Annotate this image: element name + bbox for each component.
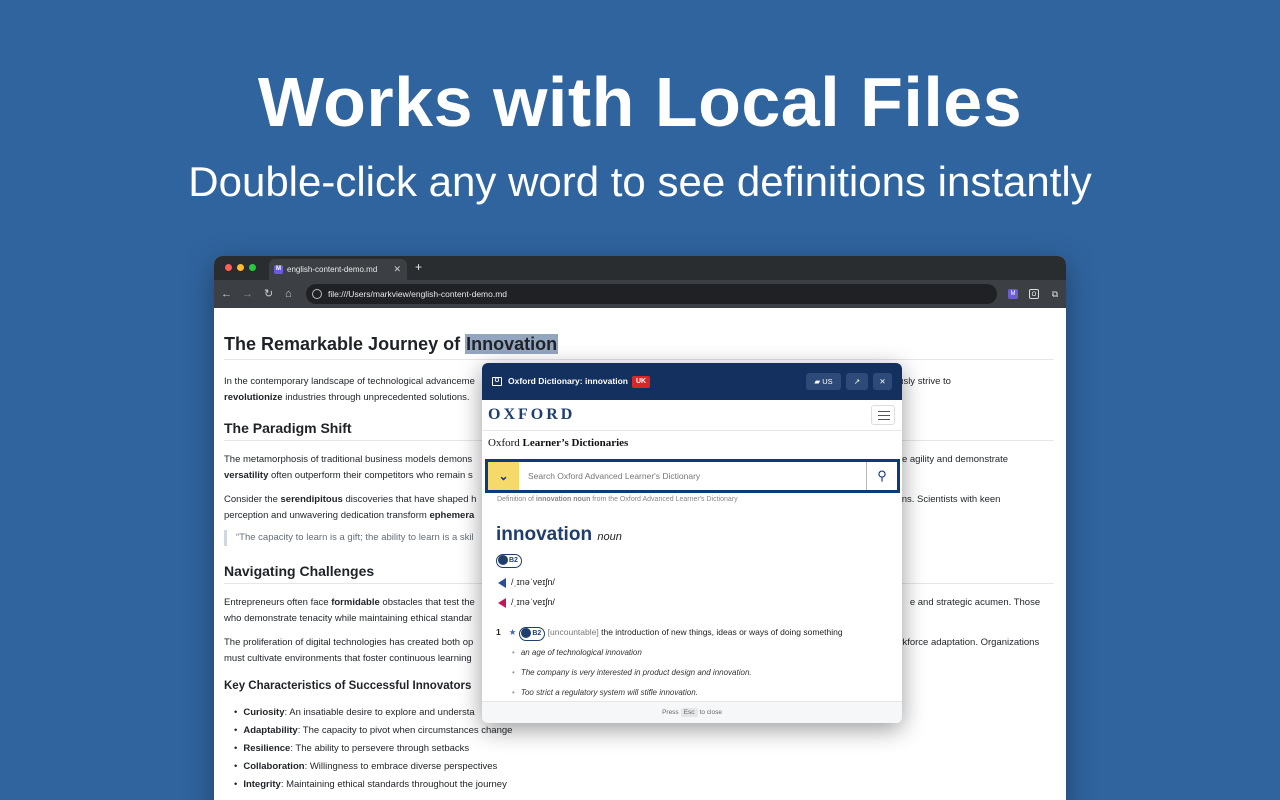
list-item: Integrity: Maintaining ethical standards… — [234, 776, 512, 794]
example-sentence: Too strict a regulatory system will stif… — [512, 688, 698, 697]
reload-icon[interactable]: ↻ — [264, 287, 273, 301]
heading-key-characteristics: Key Characteristics of Successful Innova… — [224, 680, 472, 692]
dictionary-search: ⌄ Search Oxford Advanced Learner's Dicti… — [485, 459, 900, 493]
new-tab-button[interactable]: + — [415, 260, 422, 274]
speaker-uk-icon[interactable] — [498, 577, 506, 588]
open-external-button[interactable]: ↗ — [846, 373, 868, 390]
sense-1: 1 ★ B2 [uncountable] the introduction of n… — [496, 627, 896, 641]
markview-favicon-icon: M — [274, 265, 283, 274]
selected-word[interactable]: Innovation — [465, 334, 559, 354]
markview-extension-icon[interactable]: M — [1008, 289, 1018, 299]
us-toggle-button[interactable]: ▰ US — [806, 373, 841, 390]
definition-source-note: Definition of innovation noun from the O… — [497, 496, 738, 503]
list-item: Resilience: The ability to persevere thr… — [234, 740, 512, 758]
example-sentence: The company is very interested in produc… — [512, 668, 752, 677]
chevron-down-icon[interactable]: ⌄ — [488, 462, 519, 490]
maximize-window-dot[interactable] — [249, 264, 256, 271]
tab-english-content-demo[interactable]: M english-content-demo.md ✕ — [269, 259, 407, 280]
tab-title: english-content-demo.md — [287, 265, 378, 274]
popup-header: O Oxford Dictionary: innovation UK ▰ US ↗… — [482, 363, 902, 400]
external-link-icon: ↗ — [853, 377, 861, 386]
uk-badge: UK — [631, 375, 651, 388]
search-icon[interactable]: ⚲ — [866, 462, 897, 490]
us-flag-icon: ▰ — [814, 377, 821, 386]
list-item: Curiosity: An insatiable desire to explo… — [234, 704, 512, 722]
browser-toolbar: ← → ↻ ⌂ file:///Users/markview/english-c… — [214, 280, 1066, 308]
oxford-logo-icon: O — [492, 377, 502, 386]
example-sentence: an age of technological innovation — [512, 648, 642, 657]
search-input[interactable]: Search Oxford Advanced Learner's Diction… — [528, 462, 700, 490]
headword: innovation noun — [496, 524, 622, 545]
minimize-window-dot[interactable] — [237, 264, 244, 271]
tab-close-icon[interactable]: ✕ — [393, 259, 401, 280]
cefr-level-badge: B2 — [496, 554, 522, 568]
list-item: Adaptability: The capacity to pivot when… — [234, 722, 512, 740]
hero-title: Works with Local Files — [257, 63, 1023, 141]
hero-subtitle: Double-click any word to see definitions… — [188, 158, 1092, 205]
site-info-icon[interactable] — [312, 289, 322, 299]
cefr-level-badge: B2 — [519, 627, 546, 641]
pronunciation-us[interactable]: /ˌɪnəˈveɪʃn/ — [498, 597, 555, 608]
back-icon[interactable]: ← — [221, 287, 232, 301]
popup-footer: Press Esc to close — [482, 701, 902, 723]
popup-title: Oxford Dictionary: innovation — [508, 376, 628, 386]
oxford-bar: OXFORD — [482, 400, 902, 431]
pronunciation-uk[interactable]: /ˌɪnəˈveɪʃn/ — [498, 577, 555, 588]
extensions-puzzle-icon[interactable]: ⧉ — [1050, 289, 1060, 299]
characteristics-list: Curiosity: An insatiable desire to explo… — [234, 704, 512, 794]
page-title: The Remarkable Journey of Innovation — [224, 334, 1054, 360]
oxford-wordmark: OXFORD — [488, 406, 576, 423]
esc-key: Esc — [680, 708, 698, 717]
dictionary-popup: O Oxford Dictionary: innovation UK ▰ US ↗… — [482, 363, 902, 723]
close-window-dot[interactable] — [225, 264, 232, 271]
dictionary-extension-icon[interactable]: O — [1029, 289, 1039, 299]
forward-icon[interactable]: → — [242, 287, 253, 301]
close-popup-button[interactable]: ✕ — [873, 373, 892, 390]
tab-bar: M english-content-demo.md ✕ + — [214, 256, 1066, 280]
close-icon: ✕ — [879, 377, 886, 386]
address-bar[interactable]: file:///Users/markview/english-content-d… — [306, 284, 997, 304]
url-text: file:///Users/markview/english-content-d… — [328, 289, 508, 299]
home-icon[interactable]: ⌂ — [285, 287, 292, 301]
menu-hamburger-icon[interactable] — [871, 405, 895, 425]
list-item: Collaboration: Willingness to embrace di… — [234, 758, 512, 776]
star-icon: ★ — [508, 627, 517, 637]
speaker-us-icon[interactable] — [498, 597, 506, 608]
site-title: Oxford Learner’s Dictionaries — [488, 437, 629, 449]
